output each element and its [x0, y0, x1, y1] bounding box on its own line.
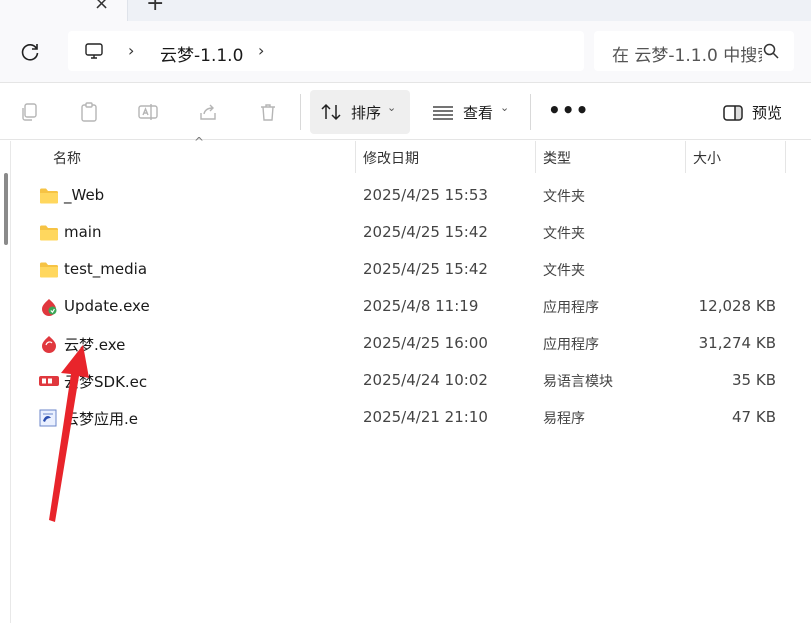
file-modified: 2025/4/21 21:10 [363, 408, 488, 426]
column-divider[interactable] [535, 141, 536, 173]
file-type: 应用程序 [543, 300, 599, 316]
scrollbar-thumb[interactable] [4, 173, 8, 245]
tab-strip: × + [0, 0, 811, 21]
breadcrumb-folder[interactable]: 云梦-1.1.0 [160, 41, 243, 66]
share-icon[interactable] [197, 101, 219, 123]
file-modified: 2025/4/25 16:00 [363, 334, 488, 352]
file-name: 云梦.exe [64, 336, 126, 354]
file-row[interactable]: _Web 2025/4/25 15:53 文件夹 [36, 178, 796, 215]
file-name: main [64, 223, 102, 241]
column-size[interactable]: 大小 [693, 148, 721, 168]
file-row[interactable]: 云梦.exe 2025/4/25 16:00 应用程序 31,274 KB [36, 326, 796, 363]
file-type: 文件夹 [543, 226, 585, 242]
column-divider[interactable] [685, 141, 686, 173]
file-type: 文件夹 [543, 189, 585, 205]
new-tab-icon[interactable]: + [146, 0, 164, 16]
file-modified: 2025/4/25 15:42 [363, 260, 488, 278]
file-modified: 2025/4/25 15:42 [363, 223, 488, 241]
file-type: 文件夹 [543, 263, 585, 279]
sort-label: 排序 [351, 104, 382, 122]
sort-button[interactable]: 排序 ⌄ [310, 90, 410, 134]
file-modified: 2025/4/25 15:53 [363, 186, 488, 204]
file-list: ^ 名称 修改日期 类型 大小 _Web 2025/4/25 15:53 文件夹… [0, 135, 811, 623]
pane-divider [10, 141, 11, 623]
paste-icon[interactable] [78, 101, 100, 123]
preview-label: 预览 [752, 104, 783, 122]
column-name[interactable]: 名称 [53, 148, 81, 168]
this-pc-icon[interactable] [84, 41, 104, 61]
breadcrumb-separator[interactable]: › [128, 41, 134, 60]
chevron-down-icon: ⌄ [387, 101, 397, 114]
tab-close-icon[interactable]: × [94, 0, 109, 14]
folder-icon [40, 188, 58, 204]
ec-module-icon [39, 376, 59, 386]
preview-pane-icon [723, 105, 743, 121]
column-divider[interactable] [785, 141, 786, 173]
view-icon [433, 106, 453, 120]
search-icon[interactable] [762, 42, 780, 60]
toolbar-divider [300, 94, 301, 130]
address-bar[interactable]: › 云梦-1.1.0 › [68, 31, 584, 71]
refresh-icon[interactable] [18, 40, 42, 64]
column-type[interactable]: 类型 [543, 148, 571, 168]
chevron-down-icon: ⌄ [500, 101, 510, 114]
copy-icon[interactable] [18, 101, 40, 123]
view-button[interactable]: 查看 ⌄ [430, 90, 520, 134]
file-name: test_media [64, 260, 148, 278]
file-name: _Web [64, 186, 105, 204]
command-bar: 排序 ⌄ 查看 ⌄ ••• 预览 [0, 84, 811, 140]
more-options-button[interactable]: ••• [548, 98, 589, 122]
folder-icon [40, 262, 58, 278]
navigation-bar: › 云梦-1.1.0 › 在 云梦-1.1.0 中搜索 [0, 21, 811, 83]
yunmeng-exe-icon [42, 336, 56, 353]
search-input[interactable]: 在 云梦-1.1.0 中搜索 [612, 41, 762, 66]
file-row[interactable]: test_media 2025/4/25 15:42 文件夹 [36, 252, 796, 289]
file-row[interactable]: 云梦应用.e 2025/4/21 21:10 易程序 47 KB [36, 400, 796, 437]
file-type: 易语言模块 [543, 374, 613, 390]
file-size: 35 KB [732, 371, 776, 389]
column-header: ^ 名称 修改日期 类型 大小 [0, 135, 811, 173]
breadcrumb-separator[interactable]: › [258, 41, 264, 60]
file-modified: 2025/4/24 10:02 [363, 371, 488, 389]
column-modified[interactable]: 修改日期 [363, 148, 419, 168]
file-name: 云梦应用.e [64, 410, 138, 428]
file-type: 易程序 [543, 411, 585, 427]
file-name: Update.exe [64, 297, 150, 315]
toolbar-divider [530, 94, 531, 130]
update-exe-icon [42, 299, 57, 316]
file-row[interactable]: Update.exe 2025/4/8 11:19 应用程序 12,028 KB [36, 289, 796, 326]
column-divider[interactable] [355, 141, 356, 173]
file-size: 12,028 KB [698, 297, 776, 315]
file-size: 47 KB [732, 408, 776, 426]
file-row[interactable]: main 2025/4/25 15:42 文件夹 [36, 215, 796, 252]
file-name: 云梦SDK.ec [64, 373, 148, 391]
file-type: 应用程序 [543, 337, 599, 353]
sort-ascending-icon: ^ [194, 135, 205, 149]
rename-icon[interactable] [137, 101, 159, 123]
preview-pane-button[interactable]: 预览 [720, 90, 800, 134]
file-row[interactable]: 云梦SDK.ec 2025/4/24 10:02 易语言模块 35 KB [36, 363, 796, 400]
sort-icon [321, 103, 341, 121]
file-size: 31,274 KB [698, 334, 776, 352]
search-box[interactable]: 在 云梦-1.1.0 中搜索 [594, 31, 794, 71]
e-program-icon [39, 409, 57, 427]
folder-icon [40, 225, 58, 241]
view-label: 查看 [463, 104, 494, 122]
file-modified: 2025/4/8 11:19 [363, 297, 479, 315]
delete-icon[interactable] [257, 101, 279, 123]
